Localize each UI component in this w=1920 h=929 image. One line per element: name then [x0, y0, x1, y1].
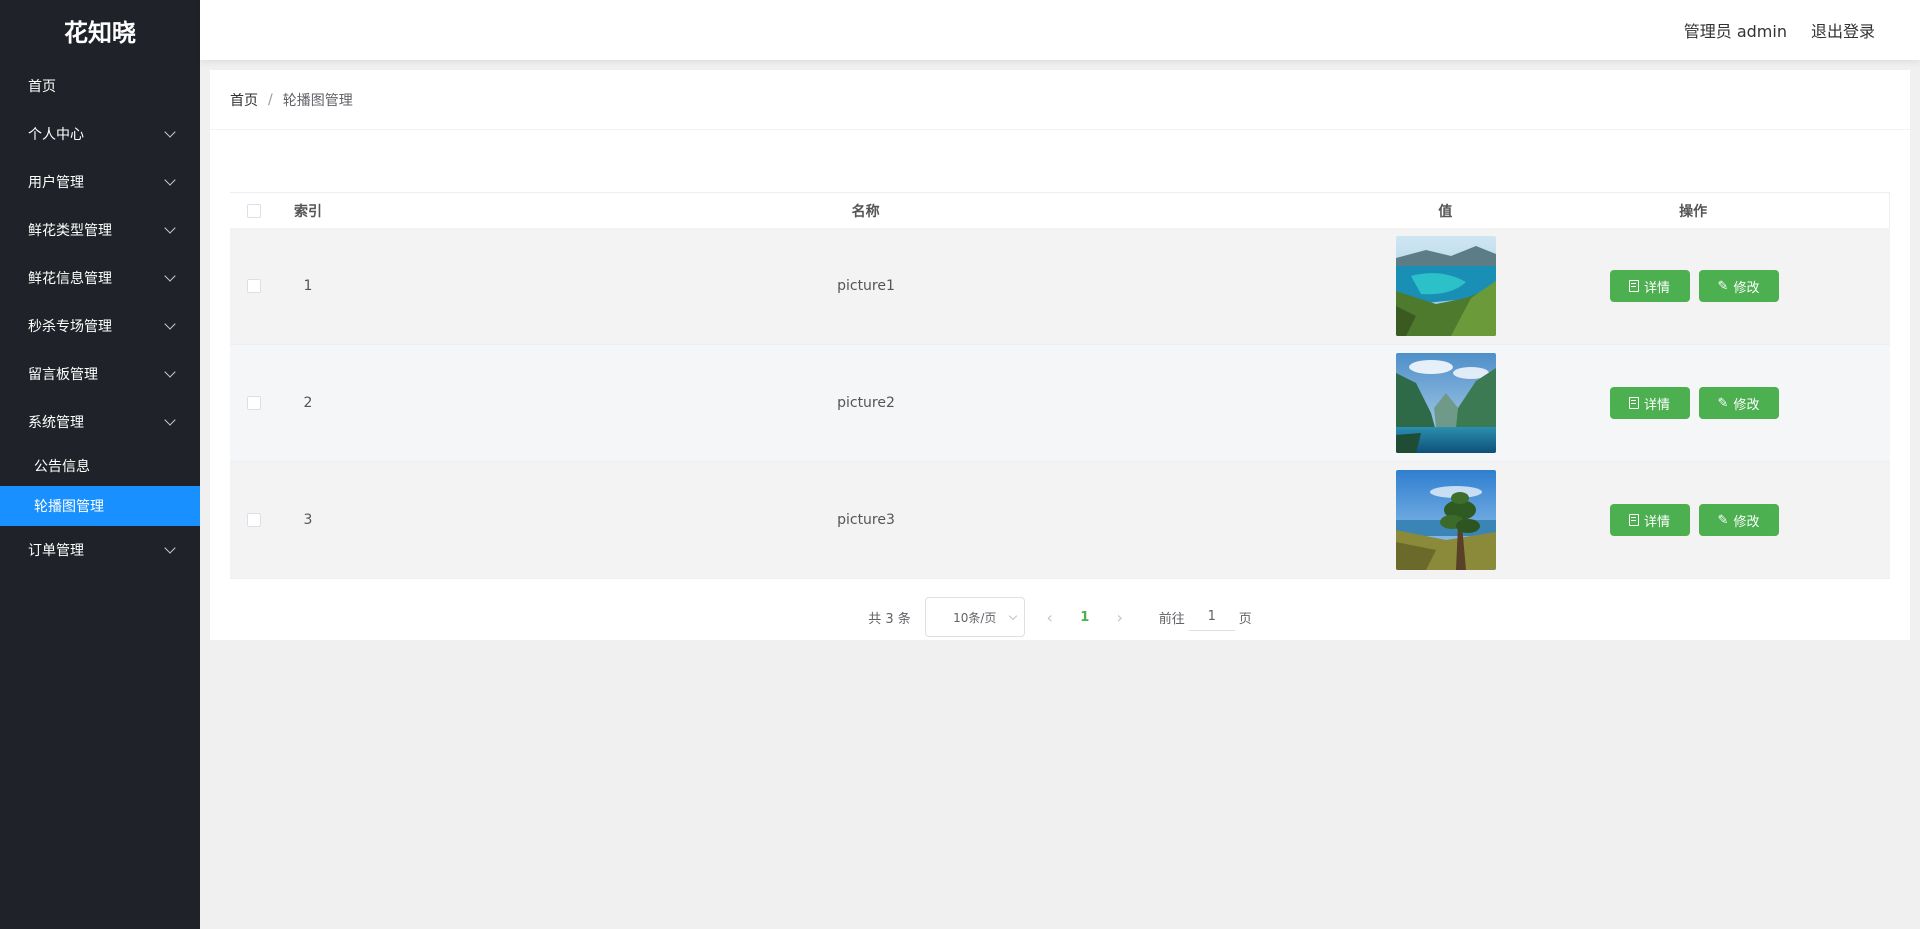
sidebar-subitem-label: 轮播图管理 — [34, 499, 104, 515]
detail-button-label: 详情 — [1643, 514, 1670, 530]
detail-button[interactable]: 详情 — [1609, 270, 1690, 302]
table-row: 3 picture3 详情 ✎ 修改 — [230, 462, 1890, 579]
sidebar-item-label: 鲜花类型管理 — [28, 223, 112, 239]
row-index: 1 — [303, 278, 313, 294]
row-checkbox[interactable] — [247, 279, 261, 293]
sidebar-item-label: 订单管理 — [28, 543, 84, 559]
sidebar-item-label: 个人中心 — [28, 127, 84, 143]
breadcrumb: 首页 / 轮播图管理 — [210, 70, 1910, 130]
sidebar-item-system[interactable]: 系统管理 — [0, 398, 200, 446]
pagination-total: 共 3 条 — [868, 611, 911, 627]
sidebar-subitem-label: 公告信息 — [34, 459, 90, 475]
row-checkbox[interactable] — [247, 396, 261, 410]
chevron-down-icon — [1008, 611, 1017, 621]
page-number-current[interactable]: 1 — [1075, 610, 1095, 625]
row-name: picture1 — [837, 278, 895, 294]
carousel-image-thumbnail — [1396, 236, 1496, 336]
detail-button[interactable]: 详情 — [1609, 387, 1690, 419]
sidebar: 花知晓 首页 个人中心 用户管理 鲜花类型管理 鲜花信息管理 秒杀专场管理 留言… — [0, 0, 200, 929]
document-icon — [1628, 397, 1639, 409]
edit-button[interactable]: ✎ 修改 — [1698, 270, 1779, 302]
sidebar-item-message-board[interactable]: 留言板管理 — [0, 350, 200, 398]
edit-button-label: 修改 — [1733, 280, 1760, 296]
page-size-value: 10条/页 — [953, 610, 997, 625]
breadcrumb-home[interactable]: 首页 — [230, 90, 258, 110]
page-suffix-label: 页 — [1238, 611, 1252, 627]
current-user: 管理员 admin — [1683, 22, 1787, 41]
main-content: 首页 / 轮播图管理 索引 名称 值 操作 1 picture1 详情 ✎ 修改… — [210, 70, 1910, 640]
edit-pencil-icon: ✎ — [1717, 395, 1729, 411]
next-page-button[interactable]: › — [1105, 608, 1135, 627]
top-header: 管理员 admin 退出登录 — [200, 0, 1920, 60]
goto-page-input[interactable] — [1188, 603, 1235, 631]
chevron-down-icon — [164, 541, 176, 554]
header-name: 名称 — [851, 203, 880, 220]
row-index: 3 — [303, 512, 313, 528]
edit-button[interactable]: ✎ 修改 — [1698, 387, 1779, 419]
carousel-image-thumbnail — [1396, 353, 1496, 453]
sidebar-item-label: 系统管理 — [28, 415, 84, 431]
pagination: 共 3 条 10条/页 ‹ 1 › 前往 页 — [210, 592, 1910, 642]
edit-pencil-icon: ✎ — [1717, 278, 1729, 294]
header-actions: 操作 — [1679, 203, 1708, 220]
chevron-down-icon — [164, 413, 176, 426]
sidebar-item-users[interactable]: 用户管理 — [0, 158, 200, 206]
sidebar-item-label: 鲜花信息管理 — [28, 271, 112, 287]
carousel-image-thumbnail — [1396, 470, 1496, 570]
edit-button[interactable]: ✎ 修改 — [1698, 504, 1779, 536]
breadcrumb-separator: / — [268, 91, 273, 108]
table-row: 1 picture1 详情 ✎ 修改 — [230, 228, 1890, 345]
document-icon — [1628, 514, 1639, 526]
edit-pencil-icon: ✎ — [1717, 512, 1729, 528]
select-all-checkbox[interactable] — [246, 203, 261, 218]
chevron-down-icon — [164, 125, 176, 138]
header-value: 值 — [1438, 203, 1453, 220]
row-name: picture2 — [837, 395, 895, 411]
page-size-select[interactable]: 10条/页 — [924, 597, 1025, 637]
prev-page-button[interactable]: ‹ — [1035, 608, 1065, 627]
breadcrumb-current: 轮播图管理 — [282, 92, 353, 109]
sidebar-subitem-carousel[interactable]: 轮播图管理 — [0, 486, 200, 526]
sidebar-item-flash-sale[interactable]: 秒杀专场管理 — [0, 302, 200, 350]
sidebar-item-flower-types[interactable]: 鲜花类型管理 — [0, 206, 200, 254]
sidebar-item-label: 用户管理 — [28, 175, 84, 191]
chevron-down-icon — [164, 221, 176, 234]
logout-link[interactable]: 退出登录 — [1811, 18, 1875, 42]
sidebar-item-label: 秒杀专场管理 — [28, 319, 112, 335]
chevron-down-icon — [164, 365, 176, 378]
table-row: 2 picture2 详情 ✎ 修改 — [230, 345, 1890, 462]
carousel-table: 索引 名称 值 操作 1 picture1 详情 ✎ 修改 2 picture2… — [230, 192, 1890, 579]
detail-button-label: 详情 — [1643, 280, 1670, 296]
table-header: 索引 名称 值 操作 — [230, 192, 1890, 228]
document-icon — [1628, 280, 1639, 292]
header-index: 索引 — [293, 203, 322, 220]
app-logo: 花知晓 — [64, 18, 136, 47]
sidebar-item-orders[interactable]: 订单管理 — [0, 526, 200, 574]
edit-button-label: 修改 — [1733, 514, 1760, 530]
edit-button-label: 修改 — [1733, 397, 1760, 413]
row-checkbox[interactable] — [247, 513, 261, 527]
sidebar-item-label: 留言板管理 — [28, 367, 98, 383]
row-name: picture3 — [837, 512, 895, 528]
sidebar-item-label: 首页 — [28, 79, 56, 95]
row-index: 2 — [303, 395, 313, 411]
detail-button-label: 详情 — [1643, 397, 1670, 413]
chevron-down-icon — [164, 173, 176, 186]
chevron-down-icon — [164, 269, 176, 282]
sidebar-item-flower-info[interactable]: 鲜花信息管理 — [0, 254, 200, 302]
chevron-down-icon — [164, 317, 176, 330]
sidebar-item-personal-center[interactable]: 个人中心 — [0, 110, 200, 158]
goto-label: 前往 — [1158, 611, 1185, 627]
sidebar-subitem-announcements[interactable]: 公告信息 — [0, 446, 200, 486]
sidebar-item-home[interactable]: 首页 — [0, 62, 200, 110]
detail-button[interactable]: 详情 — [1609, 504, 1690, 536]
